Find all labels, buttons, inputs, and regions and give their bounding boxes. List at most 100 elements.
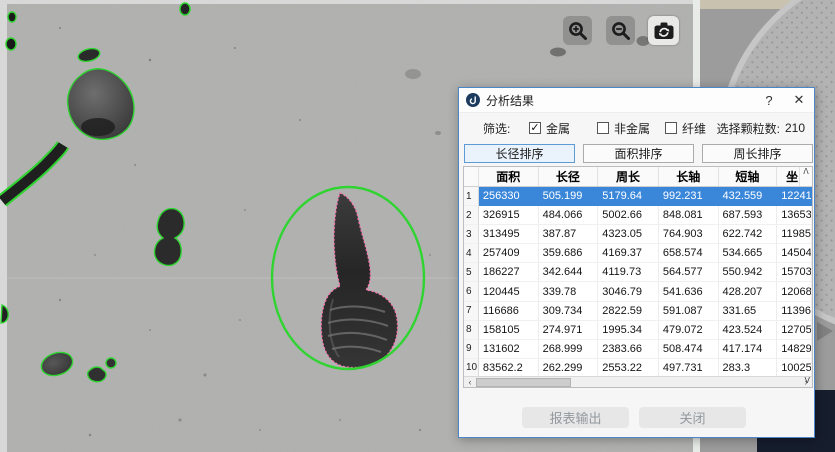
table-cell[interactable]: 256330	[479, 187, 539, 206]
table-cell[interactable]: 11396.5	[777, 302, 812, 321]
scroll-up-arrow[interactable]: ᐱ	[800, 167, 812, 186]
table-cell[interactable]: 484.066	[539, 206, 599, 225]
scroll-left-arrow[interactable]: ‹	[464, 377, 476, 387]
column-header[interactable]: 周长	[598, 167, 659, 186]
close-dialog-button[interactable]: ✕	[784, 88, 814, 113]
sort-by-length-button[interactable]: 长径排序	[464, 144, 575, 163]
table-cell[interactable]: 12705.9	[777, 321, 812, 340]
table-cell[interactable]: 2383.66	[598, 340, 659, 359]
table-cell[interactable]: 4119.73	[598, 263, 659, 282]
row-number[interactable]: 3	[464, 225, 479, 244]
table-cell[interactable]: 359.686	[539, 244, 599, 263]
table-cell[interactable]: 541.636	[659, 282, 719, 301]
column-header[interactable]	[464, 167, 479, 186]
table-cell[interactable]: 4323.05	[598, 225, 659, 244]
column-header[interactable]: 面积	[479, 167, 539, 186]
table-cell[interactable]: 432.559	[719, 187, 778, 206]
row-number[interactable]: 7	[464, 302, 479, 321]
table-cell[interactable]: 687.593	[719, 206, 778, 225]
table-cell[interactable]: 534.665	[719, 244, 778, 263]
table-row[interactable]: 1256330505.1995179.64992.231432.55912241…	[464, 187, 812, 206]
column-header[interactable]: 坐	[777, 167, 800, 186]
table-cell[interactable]: 5179.64	[598, 187, 659, 206]
table-cell[interactable]: 848.081	[659, 206, 719, 225]
checkbox-nonmetal[interactable]: 非金属	[597, 118, 650, 138]
table-body[interactable]: 1256330505.1995179.64992.231432.55912241…	[464, 187, 812, 378]
checkbox-box[interactable]	[597, 122, 609, 134]
row-number[interactable]: 4	[464, 244, 479, 263]
checkbox-box[interactable]	[665, 122, 677, 134]
table-cell[interactable]: 13653	[777, 206, 812, 225]
table-cell[interactable]: 326915	[479, 206, 539, 225]
table-cell[interactable]: 550.942	[719, 263, 778, 282]
table-cell[interactable]: 274.971	[539, 321, 599, 340]
results-table[interactable]: 面积长径周长长轴短轴坐ᐱ 1256330505.1995179.64992.23…	[463, 166, 813, 388]
table-cell[interactable]: 14504.3	[777, 244, 812, 263]
table-cell[interactable]: 11985	[777, 225, 812, 244]
table-cell[interactable]: 428.207	[719, 282, 778, 301]
row-number[interactable]: 5	[464, 263, 479, 282]
table-cell[interactable]: 313495	[479, 225, 539, 244]
checkbox-metal[interactable]: ✓金属	[529, 118, 570, 138]
sort-by-area-button[interactable]: 面积排序	[583, 144, 694, 163]
table-cell[interactable]: 1995.34	[598, 321, 659, 340]
table-cell[interactable]: 15703.5	[777, 263, 812, 282]
table-row[interactable]: 7116686309.7342822.59591.087331.6511396.…	[464, 302, 812, 321]
table-cell[interactable]: 417.174	[719, 340, 778, 359]
hscroll-thumb[interactable]	[476, 378, 571, 387]
table-cell[interactable]: 3046.79	[598, 282, 659, 301]
table-cell[interactable]: 423.524	[719, 321, 778, 340]
column-header[interactable]: 长轴	[659, 167, 719, 186]
table-cell[interactable]: 331.65	[719, 302, 778, 321]
checkbox-box[interactable]: ✓	[529, 122, 541, 134]
table-cell[interactable]: 12068.5	[777, 282, 812, 301]
scroll-down-arrow[interactable]: ᐯ	[805, 376, 810, 385]
close-button[interactable]: 关闭	[639, 407, 746, 428]
table-row[interactable]: 6120445339.783046.79541.636428.20712068.…	[464, 282, 812, 301]
table-cell[interactable]: 120445	[479, 282, 539, 301]
camera-refresh-button[interactable]	[648, 16, 679, 45]
table-cell[interactable]: 622.742	[719, 225, 778, 244]
table-cell[interactable]: 505.199	[539, 187, 599, 206]
table-cell[interactable]: 387.87	[539, 225, 599, 244]
table-row[interactable]: 3313495387.874323.05764.903622.74211985	[464, 225, 812, 244]
table-cell[interactable]: 12241.5	[777, 187, 812, 206]
horizontal-scrollbar[interactable]: ‹ ›	[464, 376, 812, 387]
table-cell[interactable]: 158105	[479, 321, 539, 340]
report-output-button[interactable]: 报表输出	[522, 407, 629, 428]
row-number[interactable]: 8	[464, 321, 479, 340]
table-cell[interactable]: 5002.66	[598, 206, 659, 225]
column-header[interactable]: 长径	[539, 167, 599, 186]
table-cell[interactable]: 186227	[479, 263, 539, 282]
dialog-titlebar[interactable]: 分析结果 ? ✕	[459, 88, 814, 113]
table-row[interactable]: 9131602268.9992383.66508.474417.17414829…	[464, 340, 812, 359]
table-cell[interactable]: 339.78	[539, 282, 599, 301]
column-header[interactable]: 短轴	[719, 167, 778, 186]
table-cell[interactable]: 564.577	[659, 263, 719, 282]
table-row[interactable]: 8158105274.9711995.34479.072423.52412705…	[464, 321, 812, 340]
table-cell[interactable]: 764.903	[659, 225, 719, 244]
table-cell[interactable]: 116686	[479, 302, 539, 321]
checkbox-fiber[interactable]: 纤维	[665, 118, 706, 138]
table-cell[interactable]: 992.231	[659, 187, 719, 206]
zoom-out-button[interactable]	[606, 16, 635, 45]
row-number[interactable]: 2	[464, 206, 479, 225]
table-cell[interactable]: 257409	[479, 244, 539, 263]
table-cell[interactable]: 591.087	[659, 302, 719, 321]
table-row[interactable]: 4257409359.6864169.37658.574534.66514504…	[464, 244, 812, 263]
table-cell[interactable]: 14829.5	[777, 340, 812, 359]
table-header-row[interactable]: 面积长径周长长轴短轴坐ᐱ	[464, 167, 812, 187]
table-row[interactable]: 5186227342.6444119.73564.577550.94215703…	[464, 263, 812, 282]
sort-by-perimeter-button[interactable]: 周长排序	[702, 144, 813, 163]
table-cell[interactable]: 4169.37	[598, 244, 659, 263]
table-cell[interactable]: 658.574	[659, 244, 719, 263]
table-cell[interactable]: 479.072	[659, 321, 719, 340]
table-cell[interactable]: 2822.59	[598, 302, 659, 321]
help-button[interactable]: ?	[754, 88, 784, 113]
row-number[interactable]: 1	[464, 187, 479, 206]
table-cell[interactable]: 309.734	[539, 302, 599, 321]
row-number[interactable]: 9	[464, 340, 479, 359]
row-number[interactable]: 6	[464, 282, 479, 301]
table-cell[interactable]: 268.999	[539, 340, 599, 359]
table-cell[interactable]: 131602	[479, 340, 539, 359]
